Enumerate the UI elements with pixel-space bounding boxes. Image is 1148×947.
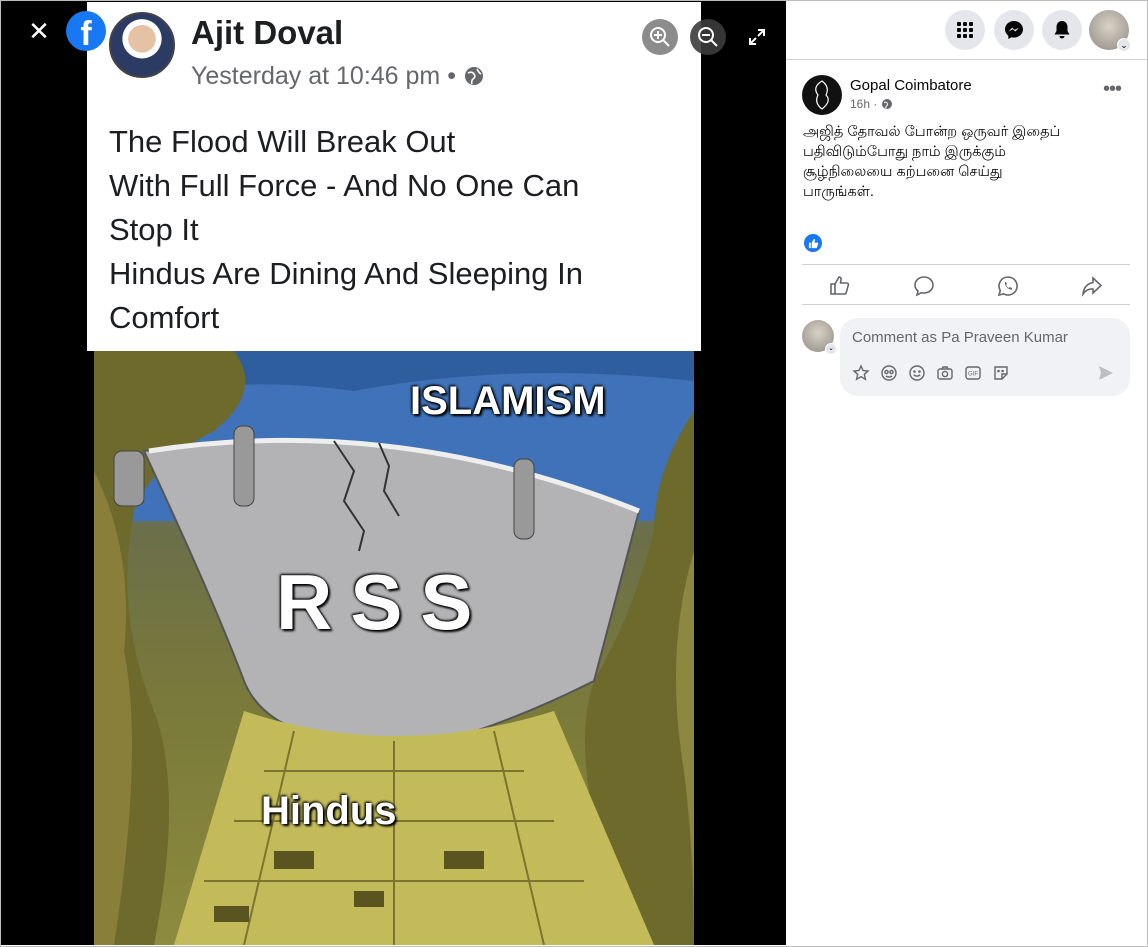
send-icon[interactable]	[1094, 362, 1118, 384]
rss-label: RSS	[276, 558, 491, 646]
caption-line: சூழ்நிலையை கற்பனை செய்து	[803, 164, 1003, 180]
post-card-timestamp: Yesterday at 10:46 pm •	[191, 62, 485, 91]
dam-drawing	[94, 351, 694, 945]
svg-text:GIF: GIF	[968, 372, 978, 378]
facebook-logo[interactable]: f	[66, 11, 106, 51]
post-time-text: 16h ·	[850, 97, 881, 111]
zoom-out-icon[interactable]	[690, 19, 726, 55]
post-card-line: Hindus Are Dining And Sleeping In	[109, 256, 583, 291]
more-options-icon[interactable]: •••	[1098, 79, 1126, 104]
post-card-author: Ajit Doval	[191, 14, 344, 51]
post-card-line: With Full Force - And No One Can	[109, 168, 580, 203]
photo-viewer: Ajit Doval Yesterday at 10:46 pm • The F…	[1, 1, 786, 945]
post-card-line: Stop It	[109, 212, 199, 247]
smiley-icon[interactable]	[906, 362, 928, 384]
camera-icon[interactable]	[934, 362, 956, 384]
close-icon[interactable]: ✕	[23, 15, 55, 47]
emoji-face-icon[interactable]	[878, 362, 900, 384]
zoom-in-icon[interactable]	[642, 19, 678, 55]
sticker-icon[interactable]	[990, 362, 1012, 384]
caption-line: பதிவிடும்போது நாம் இருக்கும்	[803, 144, 1006, 160]
like-reaction-icon[interactable]	[804, 234, 822, 252]
comment-composer: GIF	[840, 318, 1130, 396]
caption-line: அஜித் தோவல் போன்ற ஒருவர் இதைப்	[803, 124, 1061, 140]
chevron-down-icon: ⌄	[1117, 38, 1131, 52]
photo: Ajit Doval Yesterday at 10:46 pm • The F…	[87, 2, 701, 945]
post-time: 16h ·	[850, 97, 893, 111]
post-card-line: The Flood Will Break Out	[109, 124, 456, 159]
globe-icon	[881, 99, 892, 109]
notifications-bell-icon[interactable]	[1042, 10, 1082, 50]
hindus-label: Hindus	[261, 789, 397, 833]
post-card-line: Comfort	[109, 300, 220, 335]
post-author[interactable]: Gopal Coimbatore	[850, 77, 972, 94]
commenter-avatar[interactable]: ⌄	[802, 320, 837, 355]
comment-icon[interactable]	[906, 272, 942, 300]
caption-line: பாருங்கள்.	[803, 184, 874, 200]
account-avatar[interactable]: ⌄	[1089, 10, 1131, 52]
globe-icon	[464, 67, 483, 85]
islamism-label: ISLAMISM	[410, 379, 606, 423]
post-card-text: The Flood Will Break Out With Full Force…	[109, 120, 689, 340]
gif-icon[interactable]: GIF	[962, 362, 984, 384]
divider	[802, 304, 1130, 305]
menu-grid-icon[interactable]	[945, 10, 985, 50]
like-icon[interactable]	[822, 272, 858, 300]
screenshot-post-card: Ajit Doval Yesterday at 10:46 pm • The F…	[87, 2, 701, 351]
comment-input[interactable]	[852, 326, 1118, 348]
post-card-avatar	[109, 12, 175, 78]
dam-illustration: ISLAMISM RSS Hindus	[94, 351, 694, 945]
messenger-icon[interactable]	[994, 10, 1034, 50]
divider	[802, 264, 1130, 265]
fullscreen-icon[interactable]	[739, 19, 775, 55]
header-divider	[786, 59, 1147, 60]
post-caption: அஜித் தோவல் போன்ற ஒருவர் இதைப் பதிவிடும்…	[803, 122, 1133, 202]
whatsapp-icon[interactable]	[990, 272, 1026, 300]
share-icon[interactable]	[1074, 272, 1110, 300]
post-card-timestamp-text: Yesterday at 10:46 pm •	[191, 62, 463, 90]
page-avatar[interactable]	[802, 75, 842, 115]
avatar-sticker-icon[interactable]	[850, 362, 872, 384]
chevron-down-icon: ⌄	[825, 343, 837, 355]
